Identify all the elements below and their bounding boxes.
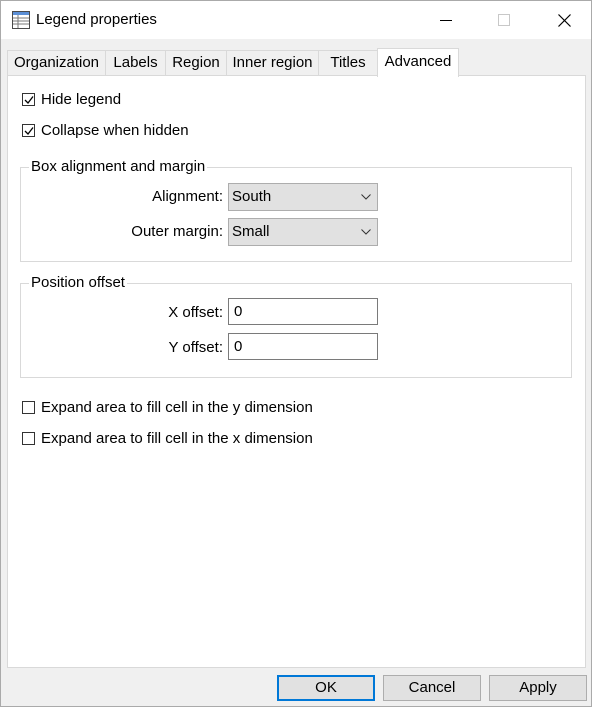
alignment-selected-value: South: [232, 188, 272, 205]
minimize-icon: [440, 20, 452, 21]
hide-legend-label: Hide legend: [41, 91, 122, 108]
y-offset-input[interactable]: [229, 334, 374, 358]
y-offset-field[interactable]: [228, 333, 378, 360]
legend-properties-dialog: Legend properties Organization Labels Re…: [0, 0, 592, 707]
chevron-down-icon: [361, 194, 371, 200]
box-alignment-group: Box alignment and margin Alignment: Sout…: [20, 158, 572, 262]
minimize-button[interactable]: [423, 1, 469, 39]
expand-x-label: Expand area to fill cell in the x dimens…: [41, 430, 313, 447]
y-offset-label: Y offset:: [168, 339, 224, 356]
expand-y-checkbox[interactable]: [22, 401, 35, 414]
chevron-down-icon: [361, 229, 371, 235]
tab-labels[interactable]: Labels: [105, 50, 166, 75]
close-icon: [558, 14, 571, 27]
hide-legend-checkbox[interactable]: [22, 93, 35, 106]
close-button[interactable]: [541, 1, 587, 39]
outer-margin-selected-value: Small: [232, 223, 270, 240]
window-title: Legend properties: [36, 11, 157, 28]
position-offset-group: Position offset X offset: Y offset:: [20, 274, 572, 378]
collapse-when-hidden-checkbox[interactable]: [22, 124, 35, 137]
outer-margin-label: Outer margin:: [131, 223, 223, 240]
maximize-icon: [498, 14, 510, 26]
checkmark-icon: [24, 96, 34, 104]
x-offset-field[interactable]: [228, 298, 378, 325]
advanced-tab-panel: Hide legend Collapse when hidden Box ali…: [7, 75, 586, 668]
tab-advanced[interactable]: Advanced: [377, 48, 459, 77]
box-alignment-group-title: Box alignment and margin: [29, 158, 208, 175]
position-offset-group-title: Position offset: [29, 274, 127, 291]
alignment-select[interactable]: South: [228, 183, 378, 211]
maximize-button: [481, 1, 527, 39]
cancel-button[interactable]: Cancel: [383, 675, 481, 701]
expand-y-label: Expand area to fill cell in the y dimens…: [41, 399, 313, 416]
title-bar[interactable]: Legend properties: [1, 1, 591, 39]
apply-button[interactable]: Apply: [489, 675, 587, 701]
alignment-label: Alignment:: [152, 188, 223, 205]
collapse-when-hidden-label: Collapse when hidden: [41, 122, 189, 139]
tab-titles[interactable]: Titles: [318, 50, 378, 75]
tab-inner-region[interactable]: Inner region: [226, 50, 319, 75]
table-window-icon: [12, 11, 30, 29]
x-offset-label: X offset:: [168, 304, 223, 321]
tab-organization[interactable]: Organization: [7, 50, 106, 75]
tab-region[interactable]: Region: [165, 50, 227, 75]
x-offset-input[interactable]: [229, 299, 374, 323]
outer-margin-select[interactable]: Small: [228, 218, 378, 246]
ok-button[interactable]: OK: [277, 675, 375, 701]
expand-x-checkbox[interactable]: [22, 432, 35, 445]
checkmark-icon: [24, 127, 34, 135]
